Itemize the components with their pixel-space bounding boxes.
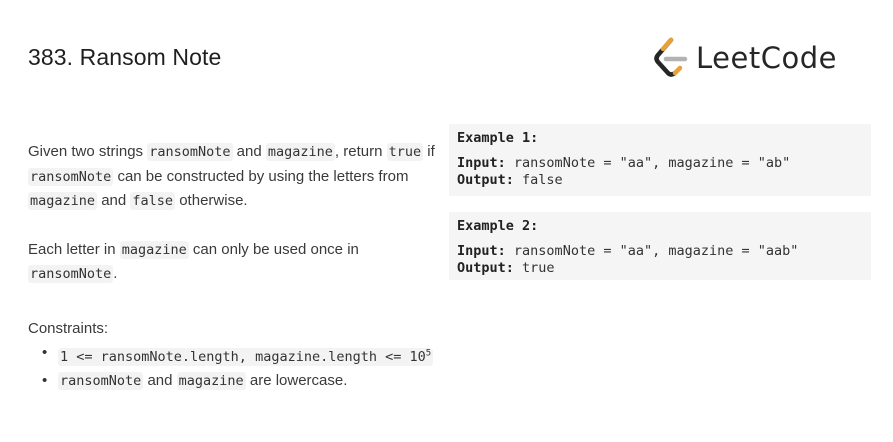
example-1-box: Example 1: Input: ransomNote = "aa", mag… <box>449 124 871 196</box>
output-value: true <box>522 260 555 276</box>
logo-wordmark: LeetCode <box>696 41 837 75</box>
example-output-line: Output: false <box>457 172 863 189</box>
problem-description: Given two strings ransomNote and magazin… <box>28 140 448 287</box>
constraints-list: 1 <= ransomNote.length, magazine.length … <box>28 341 434 393</box>
leetcode-logo: LeetCode <box>652 36 837 80</box>
constraint-item: 1 <= ransomNote.length, magazine.length … <box>42 341 434 369</box>
inline-code: magazine <box>176 371 246 390</box>
inline-code: magazine <box>265 143 335 161</box>
text: can be constructed by using the letters … <box>113 167 409 185</box>
text: , return <box>334 143 387 160</box>
inline-code: 1 <= ransomNote.length, magazine.length … <box>58 347 434 366</box>
example-input-line: Input: ransomNote = "aa", magazine = "aa… <box>457 243 863 260</box>
leetcode-logo-icon <box>654 37 688 77</box>
inline-code: ransomNote <box>28 167 114 186</box>
inline-code: true <box>386 143 424 161</box>
inline-code: false <box>130 192 176 210</box>
exponent: 5 <box>425 348 432 358</box>
text: are lowercase. <box>245 371 348 389</box>
text: and <box>143 371 177 389</box>
input-label: Input: <box>457 243 506 259</box>
inline-code: ransomNote <box>147 143 233 161</box>
input-value: ransomNote = "aa", magazine = "ab" <box>513 155 791 171</box>
input-label: Input: <box>457 155 506 171</box>
output-label: Output: <box>457 172 514 188</box>
inline-code: magazine <box>28 192 98 210</box>
output-value: false <box>522 172 563 188</box>
inline-code: ransomNote <box>28 265 114 283</box>
output-label: Output: <box>457 260 514 276</box>
constraint-item: ransomNote and magazine are lowercase. <box>42 369 433 393</box>
inline-code: ransomNote <box>58 371 144 390</box>
example-2-box: Example 2: Input: ransomNote = "aa", mag… <box>449 212 871 280</box>
example-output-line: Output: true <box>457 260 863 277</box>
text: Each letter in <box>28 240 120 258</box>
text: Given two strings <box>28 143 148 160</box>
text: otherwise. <box>175 192 248 209</box>
example-title: Example 2: <box>457 218 539 234</box>
page-title: 383. Ransom Note <box>28 44 222 70</box>
text: if <box>423 143 435 160</box>
text: and <box>97 192 131 209</box>
text: and <box>232 143 266 160</box>
description-paragraph-1: Given two strings ransomNote and magazin… <box>28 140 448 214</box>
input-value: ransomNote = "aa", magazine = "aab" <box>513 243 799 259</box>
example-input-line: Input: ransomNote = "aa", magazine = "ab… <box>457 155 863 172</box>
text: can only be used once in <box>188 240 359 258</box>
constraints-section: Constraints: 1 <= ransomNote.length, mag… <box>28 320 434 393</box>
inline-code: magazine <box>119 240 189 259</box>
description-paragraph-2: Each letter in magazine can only be used… <box>28 238 448 287</box>
example-title: Example 1: <box>457 130 539 146</box>
constraints-heading: Constraints: <box>28 320 109 337</box>
text: . <box>113 265 118 282</box>
constraint-code: 1 <= ransomNote.length, magazine.length … <box>60 348 426 365</box>
